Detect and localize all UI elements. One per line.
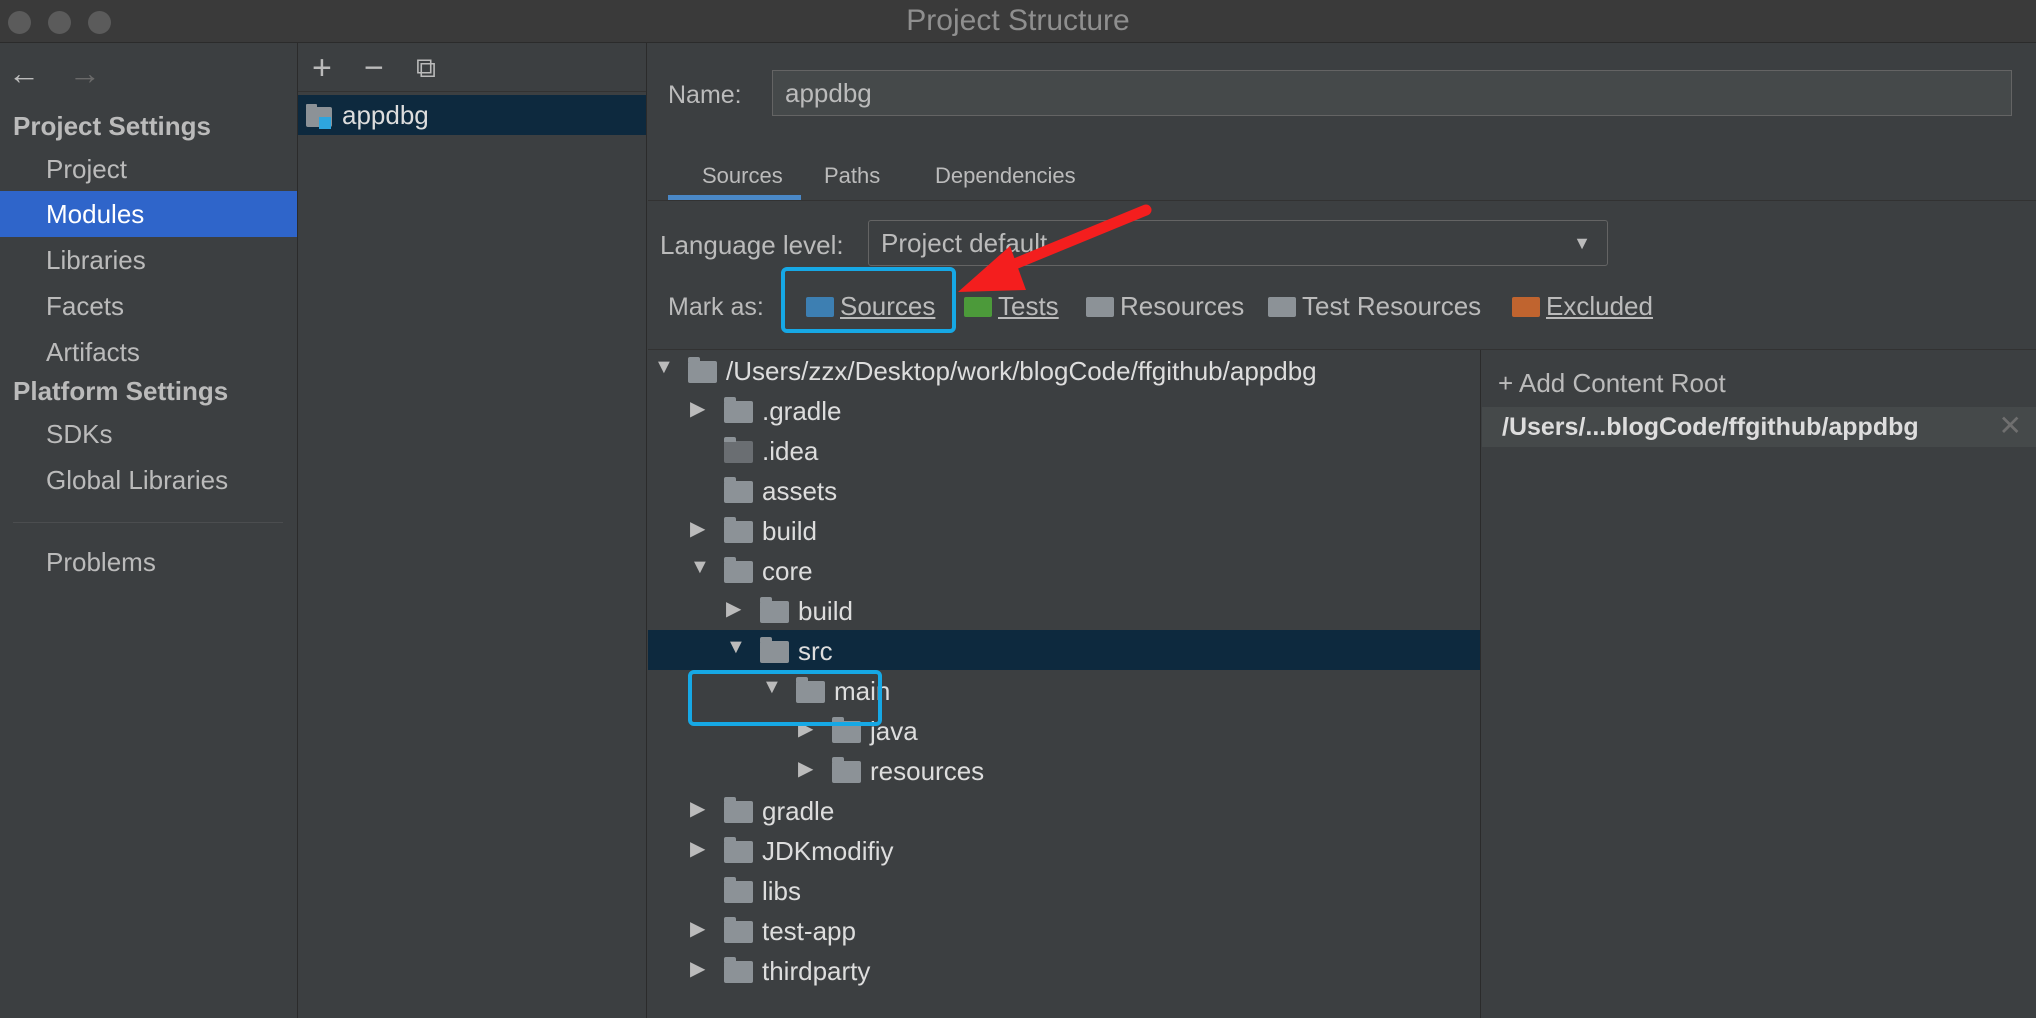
annotation-arrow-icon (958, 204, 1152, 292)
